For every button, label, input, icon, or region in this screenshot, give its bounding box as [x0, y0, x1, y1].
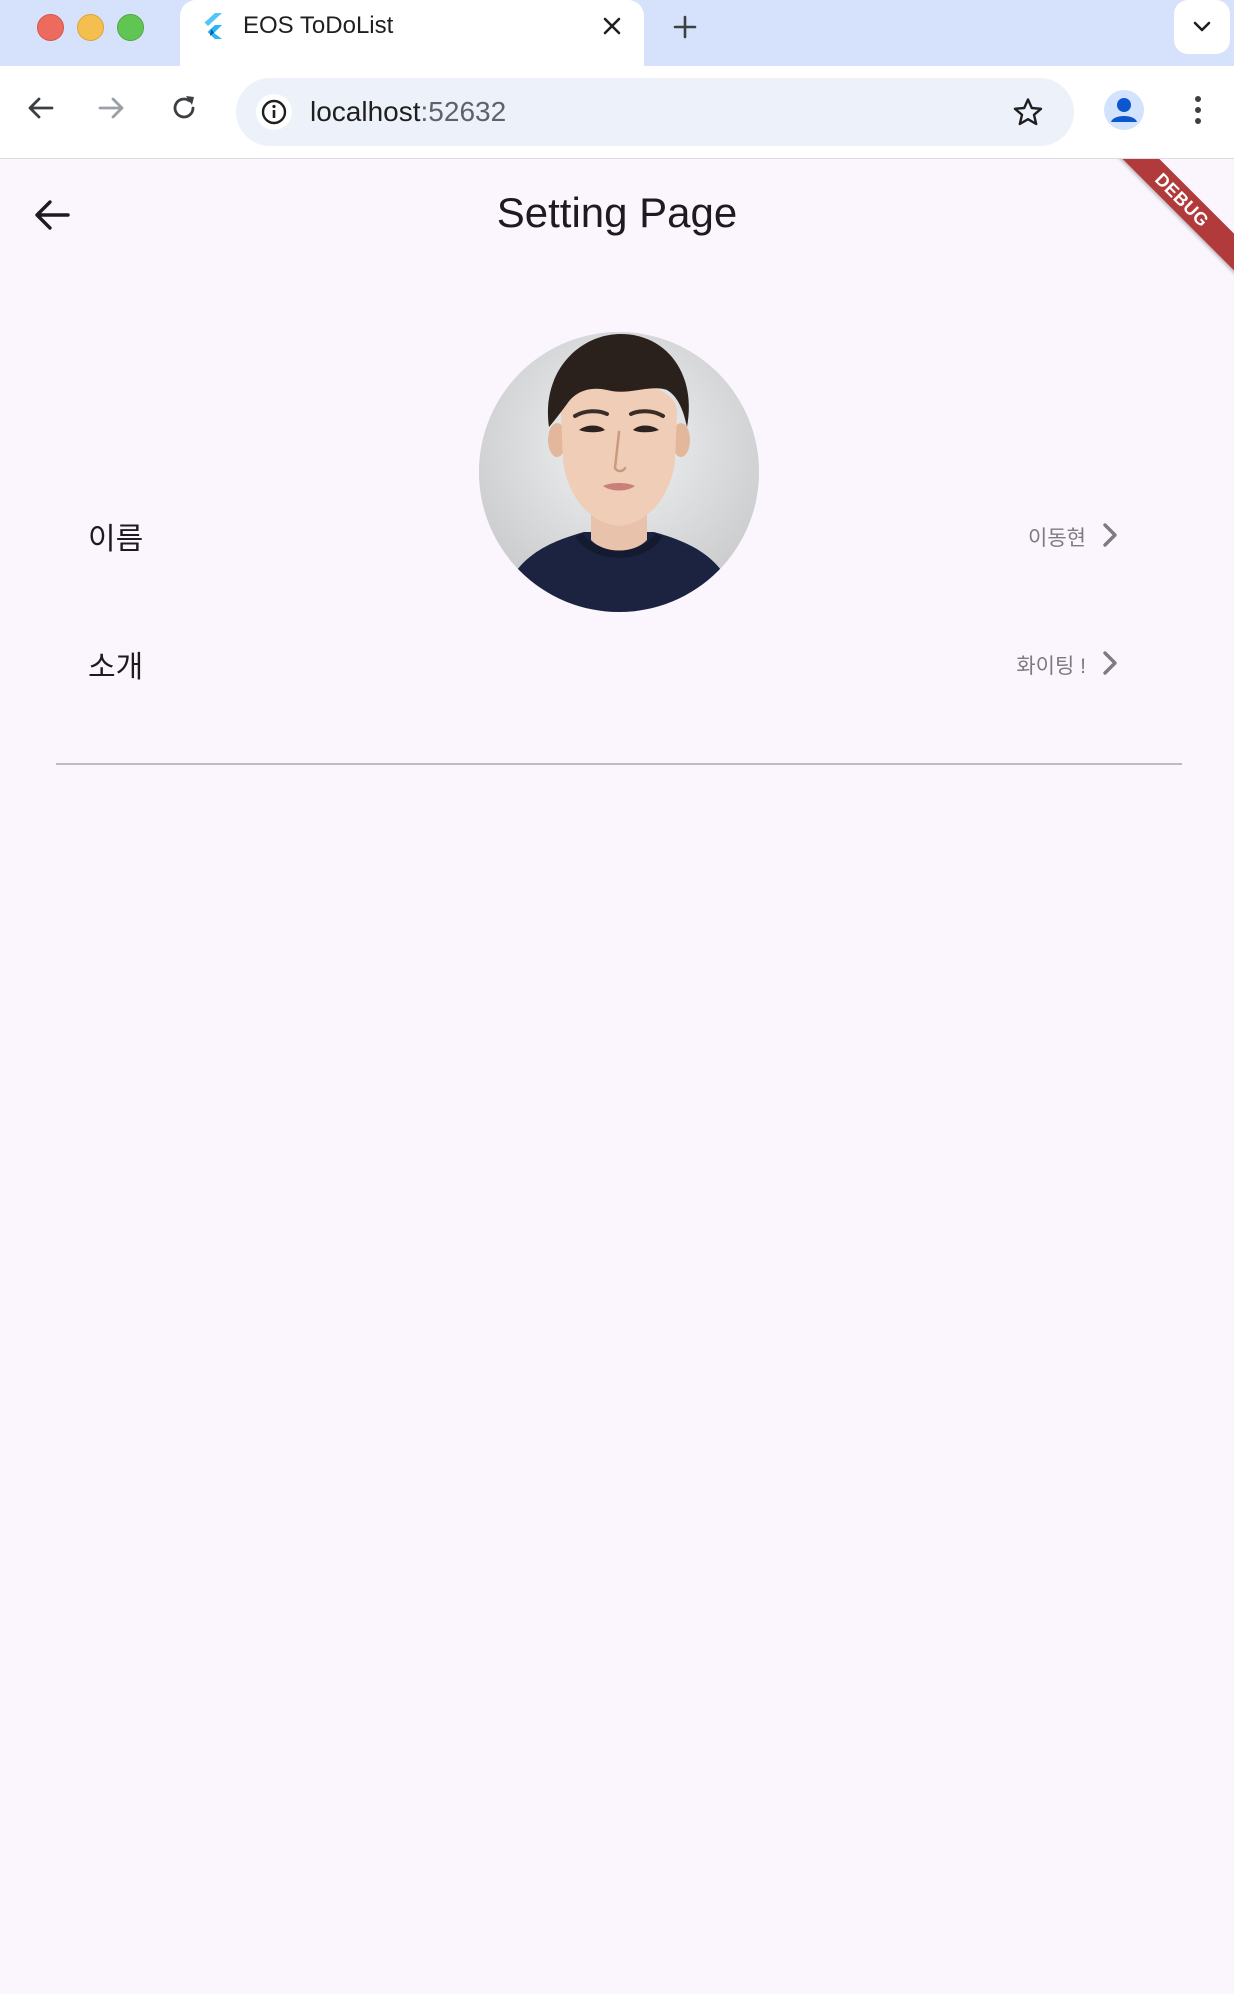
window-minimize-button[interactable] — [77, 14, 104, 41]
arrow-left-icon[interactable] — [22, 90, 58, 126]
browser-toolbar: localhost:52632 — [0, 66, 1234, 159]
intro-value: 화이팅 ! — [1016, 655, 1086, 678]
plus-icon[interactable] — [670, 12, 700, 42]
info-icon[interactable] — [256, 94, 292, 130]
window-zoom-button[interactable] — [117, 14, 144, 41]
list-item[interactable]: 소개 화이팅 ! — [56, 612, 1182, 722]
arrow-right-icon[interactable] — [94, 90, 130, 126]
chevron-right-icon — [1098, 520, 1122, 550]
name-label: 이름 — [88, 523, 144, 556]
intro-label: 소개 — [88, 651, 144, 684]
list-item[interactable]: 이름 이동현 — [56, 484, 1182, 594]
browser-tab-strip: EOS ToDoList — [0, 0, 1234, 66]
reload-icon[interactable] — [166, 90, 202, 126]
url-host: localhost — [310, 96, 421, 127]
url-text[interactable]: localhost:52632 — [310, 96, 506, 128]
url-port: :52632 — [420, 96, 507, 127]
browser-tab[interactable]: EOS ToDoList — [180, 0, 644, 66]
chevron-right-icon — [1098, 648, 1122, 678]
window-close-button[interactable] — [37, 14, 64, 41]
chevron-down-icon[interactable] — [1174, 0, 1230, 54]
star-icon[interactable] — [1010, 94, 1046, 130]
address-bar[interactable]: localhost:52632 — [236, 78, 1074, 146]
close-icon[interactable] — [599, 13, 625, 39]
divider — [56, 763, 1182, 765]
flutter-logo-icon — [202, 13, 226, 39]
page-title: Setting Page — [496, 189, 738, 236]
person-icon[interactable] — [1104, 90, 1144, 130]
app-viewport: Setting Page DEBUG 이름 이동현 소개 화이팅 ! — [0, 159, 1234, 1994]
more-vert-icon[interactable] — [1180, 90, 1216, 130]
name-value: 이동현 — [1028, 527, 1086, 550]
tab-title: EOS ToDoList — [243, 12, 394, 39]
